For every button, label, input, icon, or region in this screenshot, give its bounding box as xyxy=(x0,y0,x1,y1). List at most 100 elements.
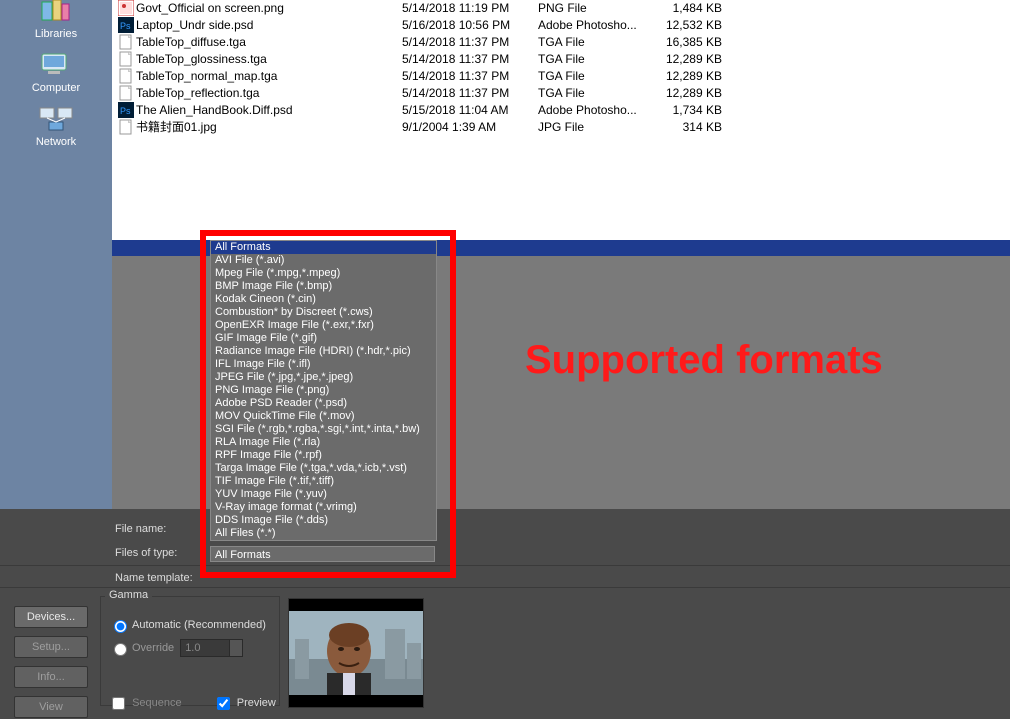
libraries-icon xyxy=(37,0,75,26)
format-option[interactable]: Adobe PSD Reader (*.psd) xyxy=(211,397,436,410)
place-label: Computer xyxy=(32,82,80,94)
file-row[interactable]: TableTop_reflection.tga5/14/2018 11:37 P… xyxy=(112,85,1010,102)
file-type: TGA File xyxy=(538,68,646,85)
name-template-label: Name template: xyxy=(115,572,193,584)
preview-checkbox[interactable] xyxy=(217,697,230,710)
file-name: The Alien_HandBook.Diff.psd xyxy=(136,102,402,119)
file-icon xyxy=(118,34,134,50)
format-option[interactable]: OpenEXR Image File (*.exr,*.fxr) xyxy=(211,319,436,332)
annotation-text: Supported formats xyxy=(525,338,883,383)
file-icon xyxy=(118,0,134,16)
place-network[interactable]: Network xyxy=(0,102,112,148)
file-size: 12,289 KB xyxy=(646,51,726,68)
file-row[interactable]: TableTop_normal_map.tga5/14/2018 11:37 P… xyxy=(112,68,1010,85)
format-option[interactable]: IFL Image File (*.ifl) xyxy=(211,358,436,371)
devices-button[interactable]: Devices... xyxy=(14,606,88,628)
file-date: 9/1/2004 1:39 AM xyxy=(402,119,538,136)
format-option[interactable]: PNG Image File (*.png) xyxy=(211,384,436,397)
preview-thumbnail xyxy=(288,598,424,708)
sequence-checkbox[interactable] xyxy=(112,697,125,710)
format-option[interactable]: BMP Image File (*.bmp) xyxy=(211,280,436,293)
file-row[interactable]: Govt_Official on screen.png5/14/2018 11:… xyxy=(112,0,1010,17)
place-label: Libraries xyxy=(35,28,77,40)
file-name: TableTop_reflection.tga xyxy=(136,85,402,102)
file-type: PNG File xyxy=(538,0,646,17)
file-size: 314 KB xyxy=(646,119,726,136)
view-button: View xyxy=(14,696,88,718)
gamma-override-input[interactable] xyxy=(114,643,127,656)
file-list-bg xyxy=(112,135,1010,240)
preview-check[interactable]: Preview xyxy=(213,697,276,709)
file-icon xyxy=(118,119,134,135)
file-name: Laptop_Undr side.psd xyxy=(136,17,402,34)
format-option[interactable]: RLA Image File (*.rla) xyxy=(211,436,436,449)
file-name: TableTop_diffuse.tga xyxy=(136,34,402,51)
file-type: Adobe Photosho... xyxy=(538,17,646,34)
file-type-selected: All Formats xyxy=(215,549,271,561)
gamma-auto-radio[interactable]: Automatic (Recommended) xyxy=(109,617,279,633)
filetype-label: Files of type: xyxy=(115,547,177,559)
format-option[interactable]: All Files (*.*) xyxy=(211,527,436,540)
gamma-override-radio[interactable]: Override 1.0 xyxy=(109,639,279,657)
sequence-label: Sequence xyxy=(132,697,182,709)
file-date: 5/16/2018 10:56 PM xyxy=(402,17,538,34)
format-option[interactable]: AVI File (*.avi) xyxy=(211,254,436,267)
file-icon xyxy=(118,85,134,101)
setup-button: Setup... xyxy=(14,636,88,658)
format-option[interactable]: MOV QuickTime File (*.mov) xyxy=(211,410,436,423)
file-date: 5/14/2018 11:37 PM xyxy=(402,68,538,85)
file-size: 12,289 KB xyxy=(646,68,726,85)
svg-text:Ps: Ps xyxy=(120,106,131,116)
format-option[interactable]: YUV Image File (*.yuv) xyxy=(211,488,436,501)
file-date: 5/14/2018 11:37 PM xyxy=(402,85,538,102)
separator xyxy=(0,565,1010,566)
place-computer[interactable]: Computer xyxy=(0,48,112,94)
file-icon: Ps xyxy=(118,102,134,118)
file-name: TableTop_normal_map.tga xyxy=(136,68,402,85)
format-option[interactable]: JPEG File (*.jpg,*.jpe,*.jpeg) xyxy=(211,371,436,384)
file-row[interactable]: PsLaptop_Undr side.psd5/16/2018 10:56 PM… xyxy=(112,17,1010,34)
file-type: TGA File xyxy=(538,85,646,102)
file-row[interactable]: Ps The Alien_HandBook.Diff.psd5/15/2018 1… xyxy=(112,102,1010,119)
file-date: 5/15/2018 11:04 AM xyxy=(402,102,538,119)
format-option[interactable]: SGI File (*.rgb,*.rgba,*.sgi,*.int,*.int… xyxy=(211,423,436,436)
file-row[interactable]: TableTop_diffuse.tga5/14/2018 11:37 PMTG… xyxy=(112,34,1010,51)
format-option[interactable]: All Formats xyxy=(211,241,436,254)
file-size: 1,484 KB xyxy=(646,0,726,17)
network-icon xyxy=(37,102,75,134)
format-option[interactable]: V-Ray image format (*.vrimg) xyxy=(211,501,436,514)
info-button: Info... xyxy=(14,666,88,688)
file-list[interactable]: Govt_Official on screen.png5/14/2018 11:… xyxy=(112,0,1010,135)
left-button-column: Devices... Setup... Info... View xyxy=(14,606,88,719)
file-type-dropdown-list[interactable]: All FormatsAVI File (*.avi)Mpeg File (*.… xyxy=(210,240,437,541)
place-label: Network xyxy=(36,136,76,148)
gamma-auto-input[interactable] xyxy=(114,620,127,633)
file-name: 书籍封面01.jpg xyxy=(136,119,402,136)
file-name: Govt_Official on screen.png xyxy=(136,0,402,17)
format-option[interactable]: Radiance Image File (HDRI) (*.hdr,*.pic) xyxy=(211,345,436,358)
format-option[interactable]: RPF Image File (*.rpf) xyxy=(211,449,436,462)
file-row[interactable]: TableTop_glossiness.tga5/14/2018 11:37 P… xyxy=(112,51,1010,68)
spinner-buttons-icon[interactable] xyxy=(229,639,243,657)
file-row[interactable]: 书籍封面01.jpg9/1/2004 1:39 AMJPG File314 KB xyxy=(112,119,1010,136)
format-option[interactable]: GIF Image File (*.gif) xyxy=(211,332,436,345)
file-type-combo[interactable]: All Formats xyxy=(210,546,435,562)
format-option[interactable]: DDS Image File (*.dds) xyxy=(211,514,436,527)
gamma-auto-label: Automatic (Recommended) xyxy=(132,619,266,631)
format-option[interactable]: Combustion* by Discreet (*.cws) xyxy=(211,306,436,319)
file-size: 12,532 KB xyxy=(646,17,726,34)
format-option[interactable]: Kodak Cineon (*.cin) xyxy=(211,293,436,306)
format-option[interactable]: TIF Image File (*.tif,*.tiff) xyxy=(211,475,436,488)
gamma-group: Gamma Automatic (Recommended) Override 1… xyxy=(100,596,280,706)
file-icon xyxy=(118,51,134,67)
file-name: TableTop_glossiness.tga xyxy=(136,51,402,68)
format-option[interactable]: Targa Image File (*.tga,*.vda,*.icb,*.vs… xyxy=(211,462,436,475)
sequence-check[interactable]: Sequence xyxy=(108,697,185,709)
preview-label: Preview xyxy=(237,697,276,709)
file-open-dialog: { "sidebar": { "places": [ {"label":"Lib… xyxy=(0,0,1010,719)
file-icon: Ps xyxy=(118,17,134,33)
file-date: 5/14/2018 11:19 PM xyxy=(402,0,538,17)
format-option[interactable]: Mpeg File (*.mpg,*.mpeg) xyxy=(211,267,436,280)
place-libraries[interactable]: Libraries xyxy=(0,0,112,40)
gamma-override-value[interactable]: 1.0 xyxy=(180,639,230,657)
